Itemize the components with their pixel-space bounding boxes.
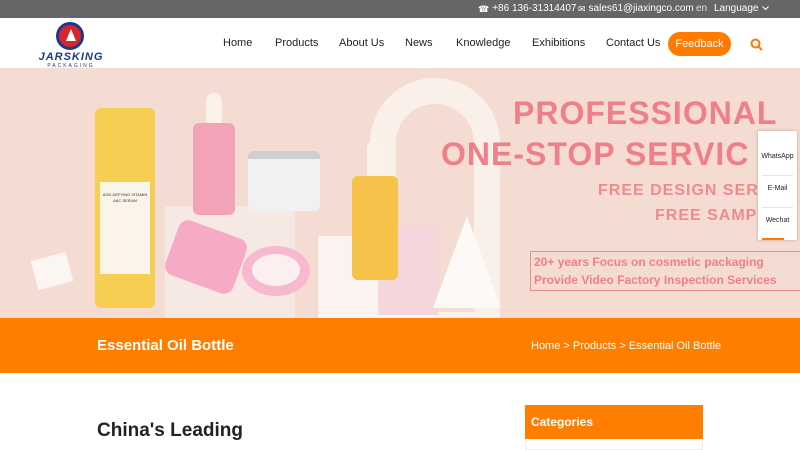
mail-icon: ✉ bbox=[578, 3, 586, 14]
language-code: en bbox=[696, 3, 708, 14]
feedback-button[interactable]: Feedback bbox=[668, 32, 731, 56]
phone-contact[interactable]: ☎ +86 136-31314407 bbox=[478, 3, 576, 14]
banner-title: PROFESSIONAL bbox=[513, 95, 778, 131]
banner-title: ONE-STOP SERVIC bbox=[441, 136, 750, 172]
categories-list bbox=[525, 439, 703, 450]
phone-number: +86 136-31314407 bbox=[492, 3, 577, 14]
email-link[interactable]: E-Mail bbox=[758, 185, 797, 192]
phone-icon: ☎ bbox=[478, 3, 490, 14]
chevron-down-icon bbox=[761, 6, 769, 11]
nav-products[interactable]: Products bbox=[275, 37, 318, 49]
nav-home[interactable]: Home bbox=[223, 37, 252, 49]
product-jar-image bbox=[248, 151, 320, 211]
tube-label: AGE-DEFYING VITAMIN A&C SERUM bbox=[100, 182, 150, 274]
decor-cone bbox=[433, 216, 501, 308]
section-heading: China's Leading bbox=[97, 420, 243, 441]
decor-cube bbox=[30, 251, 74, 291]
page-title-strip: Essential Oil Bottle Home > Products > E… bbox=[0, 318, 800, 373]
product-dropper-bottle-image bbox=[352, 140, 398, 280]
email-contact[interactable]: ✉ sales61@jiaxingco.com bbox=[578, 3, 694, 14]
wechat-link[interactable]: Wechat bbox=[758, 217, 797, 224]
breadcrumb[interactable]: Home > Products > Essential Oil Bottle bbox=[531, 340, 721, 352]
divider bbox=[762, 175, 793, 176]
banner-subtitle: FREE SAMPL bbox=[655, 207, 769, 224]
email-address: sales61@jiaxingco.com bbox=[588, 3, 694, 14]
logo-name: JARSKING bbox=[38, 51, 104, 63]
banner-info-line: Provide Video Factory Inspection Service… bbox=[534, 273, 777, 287]
nav-contact-us[interactable]: Contact Us bbox=[606, 37, 660, 49]
logo-mark-icon bbox=[56, 22, 84, 50]
banner-info-line: 20+ years Focus on cosmetic packaging bbox=[534, 255, 764, 269]
search-icon[interactable] bbox=[750, 38, 763, 51]
nav-news[interactable]: News bbox=[405, 37, 433, 49]
language-selector[interactable]: Language bbox=[714, 3, 769, 14]
divider bbox=[762, 207, 793, 208]
side-contact-widget: WhatsApp E-Mail Wechat bbox=[758, 131, 797, 240]
language-label: Language bbox=[714, 3, 759, 14]
logo[interactable]: JARSKING PACKAGING bbox=[30, 22, 112, 69]
categories-header: Categories bbox=[525, 405, 703, 439]
page-title: Essential Oil Bottle bbox=[97, 337, 234, 354]
hero-banner[interactable]: AGE-DEFYING VITAMIN A&C SERUM PROFESSION… bbox=[0, 68, 800, 318]
top-bar: ☎ +86 136-31314407 ✉ sales61@jiaxingco.c… bbox=[0, 0, 800, 18]
product-jar-lid-image bbox=[242, 246, 310, 296]
product-dropper-bottle-image bbox=[193, 93, 235, 215]
whatsapp-link[interactable]: WhatsApp bbox=[758, 153, 797, 160]
product-tube-image: AGE-DEFYING VITAMIN A&C SERUM bbox=[95, 108, 155, 308]
banner-subtitle: FREE DESIGN SERV bbox=[598, 182, 771, 199]
nav-knowledge[interactable]: Knowledge bbox=[456, 37, 510, 49]
nav-about-us[interactable]: About Us bbox=[339, 37, 384, 49]
nav-exhibitions[interactable]: Exhibitions bbox=[532, 37, 585, 49]
header: JARSKING PACKAGING Home Products About U… bbox=[0, 18, 800, 69]
side-widget-toggle[interactable] bbox=[762, 238, 784, 240]
